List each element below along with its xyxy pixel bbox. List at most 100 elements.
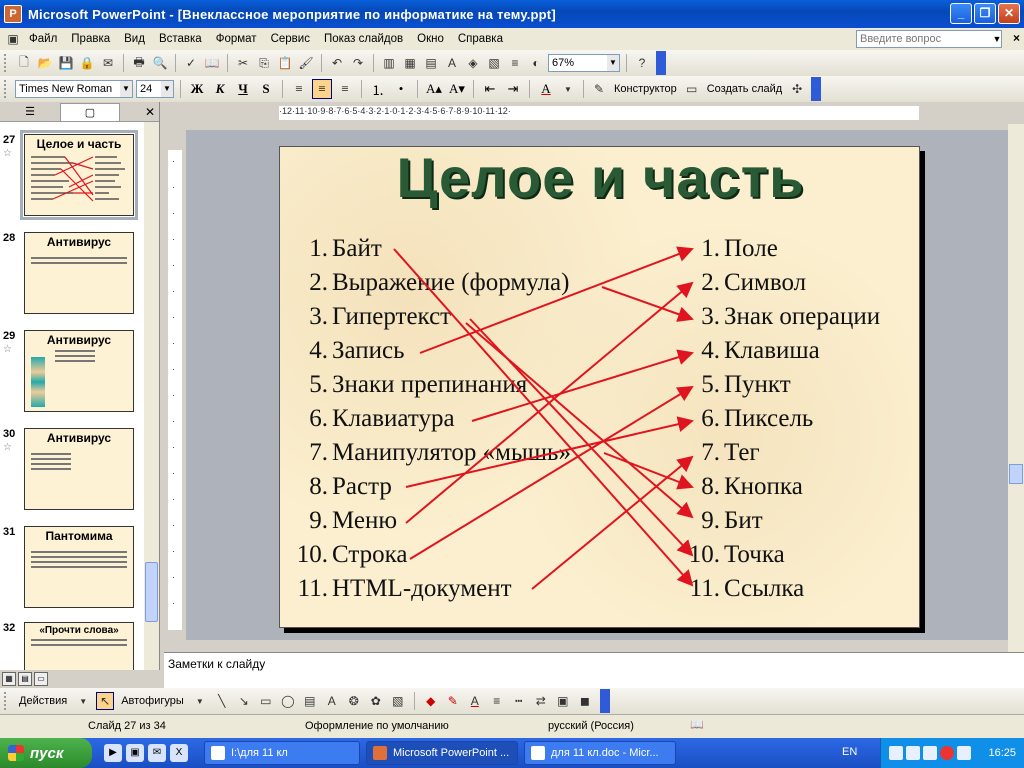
connector-arrow[interactable] [393,248,694,587]
tables-borders-icon[interactable]: ▤ [422,54,440,72]
antivirus-icon[interactable] [940,746,954,760]
powerpoint-app-icon[interactable]: P [4,5,22,23]
panel-close-icon[interactable]: ✕ [145,105,155,119]
increase-font-icon[interactable]: A▴ [424,79,444,99]
format-painter-icon[interactable]: 🖌 [297,54,315,72]
open-icon[interactable]: 📂 [36,54,54,72]
toolbar-grip[interactable] [4,80,8,98]
print-icon[interactable]: 🖶 [130,54,148,72]
line-style-icon[interactable]: ≡ [488,692,506,710]
actions-dropdown-icon[interactable]: ▼ [74,692,92,710]
menu-format[interactable]: Формат [209,33,264,45]
quicklaunch-outlook-icon[interactable]: ✉ [148,744,166,762]
spelling-icon[interactable]: ✓ [182,54,200,72]
autoshapes-dropdown-icon[interactable]: ▼ [191,692,209,710]
ask-dropdown-icon[interactable]: ▼ [990,30,1004,48]
fill-color-icon[interactable]: ◆ [422,692,440,710]
new-document-icon[interactable]: 🗋 [15,54,33,72]
menu-window[interactable]: Окно [410,33,451,45]
menu-tools[interactable]: Сервис [264,33,317,45]
textbox-icon[interactable]: ▤ [301,692,319,710]
quicklaunch-media-icon[interactable]: ▶ [104,744,122,762]
move-icon[interactable]: ✣ [788,80,806,98]
color-grayscale-icon[interactable]: ◐ [527,54,545,72]
permission-icon[interactable]: 🔒 [78,54,96,72]
research-icon[interactable]: 📖 [203,54,221,72]
menu-edit[interactable]: Правка [64,33,117,45]
tab-outline[interactable]: ☰ [0,103,60,121]
tab-slides[interactable]: ▢ [60,102,120,121]
quicklaunch-desktop-icon[interactable]: ▣ [126,744,144,762]
toolbar-options-icon[interactable] [811,77,822,101]
document-menu-icon[interactable]: ▣ [4,30,22,48]
start-button[interactable]: пуск [0,738,92,768]
new-slide-button[interactable]: Создать слайд [704,83,785,95]
diagram-icon[interactable]: ❂ [345,692,363,710]
slide-scrollbar[interactable] [1008,124,1024,652]
3d-style-icon[interactable]: ◼ [576,692,594,710]
autoshapes-menu[interactable]: Автофигуры [118,695,187,707]
wordart-icon[interactable]: A [323,692,341,710]
redo-icon[interactable]: ↷ [349,54,367,72]
menu-help[interactable]: Справка [451,33,510,45]
task-word[interactable]: для 11 кл.doc - Micr... [524,741,676,765]
document-close-icon[interactable]: × [1013,31,1020,45]
status-design[interactable]: Оформление по умолчанию [305,720,449,732]
dash-style-icon[interactable]: ┅ [510,692,528,710]
task-explorer[interactable]: I:\для 11 кл [204,741,360,765]
font-select[interactable]: Times New Roman ▼ [15,80,133,98]
insert-wordart-icon[interactable]: A [443,54,461,72]
rectangle-icon[interactable]: ▭ [257,692,275,710]
line-icon[interactable]: ╲ [213,692,231,710]
network-icon[interactable] [889,746,903,760]
shadow-style-icon[interactable]: ▣ [554,692,572,710]
connector-arrow[interactable] [471,349,694,422]
menu-slideshow[interactable]: Показ слайдов [317,33,410,45]
underline-button[interactable]: Ч [233,79,253,99]
connector-arrow[interactable] [601,286,694,322]
ask-question-input[interactable]: Введите вопрос [856,30,1002,48]
print-preview-icon[interactable]: 🔍 [151,54,169,72]
select-pointer-icon[interactable]: ↖ [96,692,115,710]
insert-table-icon[interactable]: ▦ [401,54,419,72]
designer-button[interactable]: Конструктор [611,83,680,95]
shadow-button[interactable]: S [256,79,276,99]
line-color-icon[interactable]: ✎ [444,692,462,710]
undo-icon[interactable]: ↶ [328,54,346,72]
connector-arrow[interactable] [603,452,694,490]
increase-indent-icon[interactable]: ⇥ [503,79,523,99]
volume-icon[interactable] [923,746,937,760]
language-indicator[interactable]: EN [842,746,857,758]
connector-arrow[interactable] [419,246,694,354]
actions-menu[interactable]: Действия [16,695,70,707]
cut-icon[interactable]: ✂ [234,54,252,72]
font-color-icon[interactable]: A [466,692,484,710]
clipart-icon[interactable]: ✿ [367,692,385,710]
safely-remove-icon[interactable] [906,746,920,760]
toolbar-options-icon[interactable] [599,689,610,713]
menu-insert[interactable]: Вставка [152,33,209,45]
bold-button[interactable]: Ж [187,79,207,99]
decrease-indent-icon[interactable]: ⇤ [480,79,500,99]
toolbar-grip[interactable] [4,692,8,710]
paste-icon[interactable]: 📋 [276,54,294,72]
tray-app-icon[interactable] [957,746,971,760]
email-icon[interactable]: ✉ [99,54,117,72]
zoom-select[interactable]: 67% ▼ [548,54,620,72]
align-left-icon[interactable]: ≡ [289,79,309,99]
slides-panel-scrollbar[interactable] [144,122,159,670]
arrow-icon[interactable]: ↘ [235,692,253,710]
menu-view[interactable]: Вид [117,33,152,45]
bullets-icon[interactable]: • [391,79,411,99]
align-center-icon[interactable]: ≡ [312,79,332,99]
notes-pane[interactable]: Заметки к слайду [164,652,1024,688]
align-right-icon[interactable]: ≡ [335,79,355,99]
close-button[interactable]: ✕ [998,3,1020,24]
quicklaunch-excel-icon[interactable]: X [170,744,188,762]
task-powerpoint[interactable]: Microsoft PowerPoint ... [366,741,518,765]
connector-arrow[interactable] [409,385,694,560]
help-icon[interactable]: ? [633,54,651,72]
oval-icon[interactable]: ◯ [279,692,297,710]
slide[interactable]: Целое и часть 1. Байт 2. Выражение (формула… [279,146,920,628]
normal-view-icon[interactable]: ▦ [2,672,16,686]
